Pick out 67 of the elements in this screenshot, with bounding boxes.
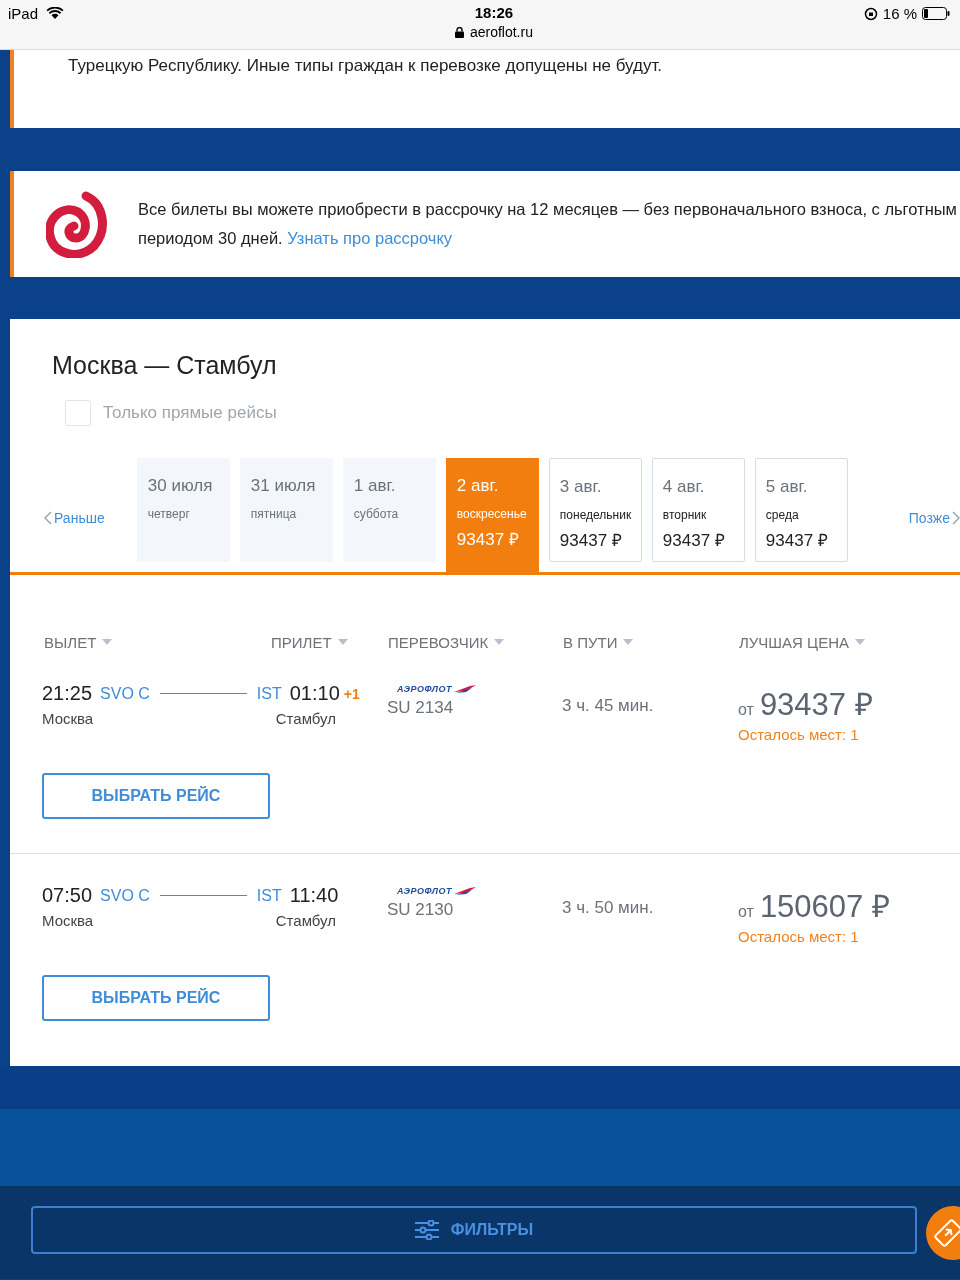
price: 93437 ₽: [759, 686, 873, 724]
sort-header[interactable]: ЛУЧШАЯ ЦЕНА: [739, 633, 850, 651]
date-tab[interactable]: 1 авг. суббота: [342, 458, 436, 562]
flight-duration: 3 ч. 45 мин.: [562, 695, 655, 716]
chevron-left-icon[interactable]: [44, 511, 52, 525]
seats-left: Осталось мест: 1: [738, 928, 860, 945]
caret-icon[interactable]: [494, 639, 505, 645]
flight-number: SU 2134: [387, 698, 455, 718]
sort-header[interactable]: В ПУТИ: [563, 633, 618, 651]
flight-duration: 3 ч. 50 мин.: [562, 897, 655, 918]
earlier-link[interactable]: Раньше: [54, 510, 105, 526]
notice-text: Турецкую Республику. Иные типы граждан к перевозке допущены не будут.: [68, 56, 664, 76]
sliders-icon: [414, 1220, 439, 1240]
clock: 18:26: [474, 4, 514, 21]
caret-icon[interactable]: [337, 639, 348, 645]
spiral-logo-icon: [46, 190, 108, 258]
installment-link[interactable]: Узнать про рассрочку: [287, 229, 453, 247]
departure-time: 07:50: [42, 884, 93, 907]
wing-icon: [454, 685, 476, 693]
day-shift: +1: [343, 685, 360, 702]
city-name: Москва: [42, 710, 94, 727]
route-title: Москва — Стамбул: [51, 350, 278, 380]
arrival-time: 01:10: [289, 682, 340, 705]
battery-icon: [922, 7, 950, 20]
city-name: Москва: [42, 912, 94, 929]
airline-logo: АЭРОФЛОТ: [397, 684, 452, 694]
arrival-time: 11:40: [289, 884, 339, 907]
url-text[interactable]: aeroflot.ru: [469, 24, 533, 40]
date-tab[interactable]: 2 авг. воскресенье 93437 ₽: [445, 458, 539, 572]
chevron-right-icon[interactable]: [952, 511, 960, 525]
departure-time: 21:25: [42, 682, 93, 705]
date-tab[interactable]: 30 июля четверг: [136, 458, 230, 562]
checkbox[interactable]: [65, 400, 91, 426]
airport-code: SVO C: [100, 684, 150, 703]
seats-left: Осталось мест: 1: [738, 726, 860, 743]
wing-icon: [454, 887, 476, 895]
wifi-icon: [46, 7, 65, 20]
airport-code: IST: [256, 886, 282, 905]
device-name: iPad: [8, 5, 39, 22]
price-prefix: от: [738, 701, 754, 719]
sort-header[interactable]: ВЫЛЕТ: [44, 633, 97, 651]
date-tab[interactable]: 31 июля пятница: [239, 458, 333, 562]
select-flight-button[interactable]: ВЫБРАТЬ РЕЙС: [42, 773, 270, 819]
price-prefix: от: [738, 903, 754, 921]
airline-logo: АЭРОФЛОТ: [397, 886, 452, 896]
lock-icon: [454, 26, 464, 38]
date-tab[interactable]: 4 авг. вторник 93437 ₽: [651, 458, 745, 562]
city-name: Стамбул: [275, 710, 336, 727]
flight-number: SU 2130: [387, 900, 455, 920]
installment-text: Все билеты вы можете приобрести в рассрочку на 12 месяцев — без первоначального взноса, с льготным периодом 30 дней. Узнать про рассрочку: [138, 199, 958, 249]
caret-icon[interactable]: [623, 639, 634, 645]
filters-button[interactable]: ФИЛЬТРЫ: [31, 1206, 917, 1254]
caret-icon[interactable]: [855, 639, 866, 645]
rotation-lock-icon: [863, 6, 878, 21]
caret-icon[interactable]: [102, 639, 113, 645]
date-tab[interactable]: 3 авг. понедельник 93437 ₽: [548, 458, 642, 562]
select-flight-button[interactable]: ВЫБРАТЬ РЕЙС: [42, 975, 270, 1021]
checkbox-label[interactable]: Только прямые рейсы: [103, 403, 277, 423]
date-tab[interactable]: 5 авг. среда 93437 ₽: [754, 458, 848, 562]
airport-code: SVO C: [100, 886, 150, 905]
sort-header[interactable]: ПЕРЕВОЗЧИК: [388, 633, 489, 651]
sort-header[interactable]: ПРИЛЕТ: [271, 633, 332, 651]
airport-code: IST: [256, 684, 282, 703]
city-name: Стамбул: [275, 912, 336, 929]
later-link[interactable]: Позже: [908, 510, 950, 526]
price: 150607 ₽: [759, 888, 890, 926]
battery-percent: 16 %: [882, 5, 917, 22]
